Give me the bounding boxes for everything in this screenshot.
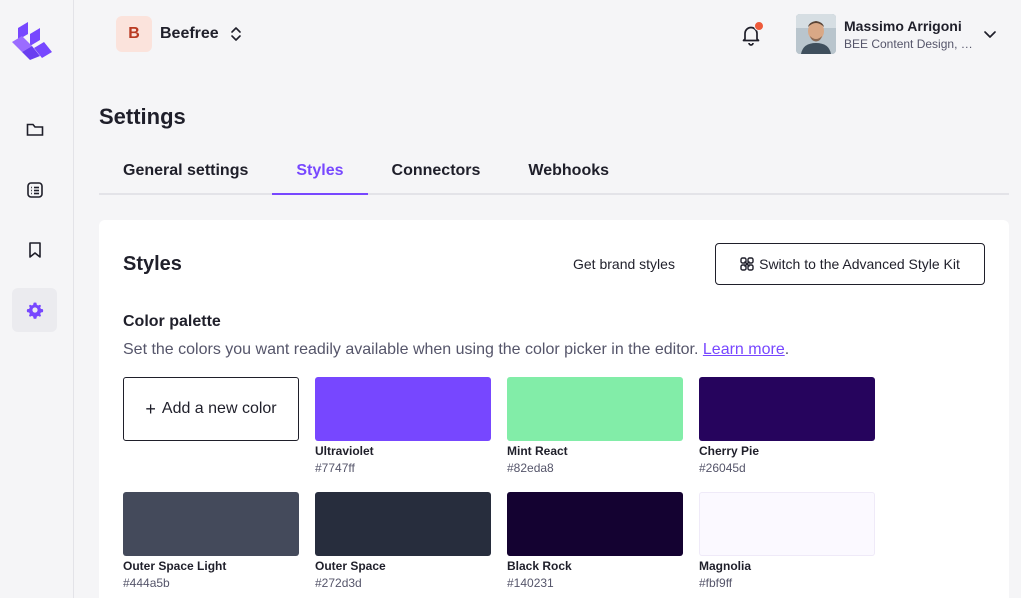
swatch-hex: #140231 bbox=[507, 576, 554, 590]
advanced-style-kit-label: Switch to the Advanced Style Kit bbox=[759, 256, 960, 272]
get-brand-styles-link[interactable]: Get brand styles bbox=[573, 256, 675, 272]
style-kit-icon bbox=[740, 257, 754, 271]
swatch-hex: #444a5b bbox=[123, 576, 170, 590]
color-palette-description-text: Set the colors you want readily availabl… bbox=[123, 341, 699, 358]
swatch-hex: #26045d bbox=[699, 461, 746, 475]
tab-styles[interactable]: Styles bbox=[272, 152, 368, 195]
color-palette-description: Set the colors you want readily availabl… bbox=[123, 341, 789, 359]
learn-more-link[interactable]: Learn more bbox=[703, 341, 785, 358]
color-swatch-magnolia[interactable]: Magnolia #fbf9ff bbox=[699, 492, 875, 590]
settings-tabs: General settings Styles Connectors Webho… bbox=[99, 152, 1009, 195]
swatch-color bbox=[507, 492, 683, 556]
swatch-name: Cherry Pie bbox=[699, 444, 760, 458]
swatch-name: Ultraviolet bbox=[315, 444, 374, 458]
tab-webhooks[interactable]: Webhooks bbox=[504, 152, 633, 193]
user-name: Massimo Arrigoni bbox=[844, 17, 962, 34]
list-icon bbox=[26, 182, 43, 198]
color-swatch-ultraviolet[interactable]: Ultraviolet #7747ff bbox=[315, 377, 491, 475]
chevron-updown-icon bbox=[230, 27, 241, 41]
workspace-name: Beefree bbox=[160, 25, 219, 42]
tab-connectors[interactable]: Connectors bbox=[368, 152, 505, 193]
swatch-name: Mint React bbox=[507, 444, 568, 458]
notifications-button[interactable] bbox=[738, 21, 764, 48]
notification-badge bbox=[754, 21, 764, 31]
color-swatch-outer-space-light[interactable]: Outer Space Light #444a5b bbox=[123, 492, 299, 590]
add-new-color-button[interactable]: + Add a new color bbox=[123, 377, 299, 441]
color-swatch-outer-space[interactable]: Outer Space #272d3d bbox=[315, 492, 491, 590]
user-avatar bbox=[796, 14, 836, 54]
tab-general-settings[interactable]: General settings bbox=[99, 152, 272, 193]
swatch-name: Outer Space Light bbox=[123, 559, 227, 573]
user-menu[interactable]: Massimo Arrigoni BEE Content Design, Inc… bbox=[796, 14, 976, 54]
swatch-name: Magnolia bbox=[699, 559, 752, 573]
folder-icon bbox=[26, 123, 43, 136]
swatch-color bbox=[699, 492, 875, 556]
beefree-logo-icon[interactable] bbox=[10, 20, 52, 60]
swatch-color bbox=[699, 377, 875, 441]
color-palette-title: Color palette bbox=[123, 313, 221, 330]
swatch-color bbox=[507, 377, 683, 441]
sidebar-item-settings[interactable] bbox=[12, 288, 57, 332]
swatch-name: Outer Space bbox=[315, 559, 386, 573]
gear-icon bbox=[26, 302, 43, 319]
styles-title: Styles bbox=[123, 253, 182, 275]
styles-card: Styles Get brand styles Switch to the Ad… bbox=[99, 220, 1009, 598]
user-organization: BEE Content Design, Inc. bbox=[844, 36, 976, 51]
workspace-switcher[interactable]: B Beefree bbox=[116, 16, 243, 52]
workspace-avatar: B bbox=[116, 16, 152, 52]
swatch-color bbox=[315, 377, 491, 441]
swatch-color bbox=[123, 492, 299, 556]
swatch-hex: #fbf9ff bbox=[699, 576, 733, 590]
advanced-style-kit-button[interactable]: Switch to the Advanced Style Kit bbox=[715, 243, 985, 285]
bookmark-icon bbox=[28, 242, 41, 258]
chevron-down-icon[interactable] bbox=[982, 26, 998, 42]
swatch-hex: #82eda8 bbox=[507, 461, 554, 475]
color-swatch-cherry-pie[interactable]: Cherry Pie #26045d bbox=[699, 377, 875, 475]
page-title: Settings bbox=[99, 104, 186, 129]
sidebar-item-saved[interactable] bbox=[12, 228, 57, 272]
color-swatch-black-rock[interactable]: Black Rock #140231 bbox=[507, 492, 683, 590]
swatch-hex: #7747ff bbox=[315, 461, 355, 475]
color-swatch-mint-react[interactable]: Mint React #82eda8 bbox=[507, 377, 683, 475]
plus-icon: + bbox=[145, 398, 156, 419]
sidebar-item-projects[interactable] bbox=[12, 108, 57, 152]
swatch-color bbox=[315, 492, 491, 556]
swatch-hex: #272d3d bbox=[315, 576, 362, 590]
add-new-color-label: Add a new color bbox=[161, 400, 277, 417]
sidebar bbox=[0, 0, 74, 598]
swatch-name: Black Rock bbox=[507, 559, 572, 573]
sidebar-item-templates[interactable] bbox=[12, 168, 57, 212]
description-period: . bbox=[784, 341, 790, 358]
